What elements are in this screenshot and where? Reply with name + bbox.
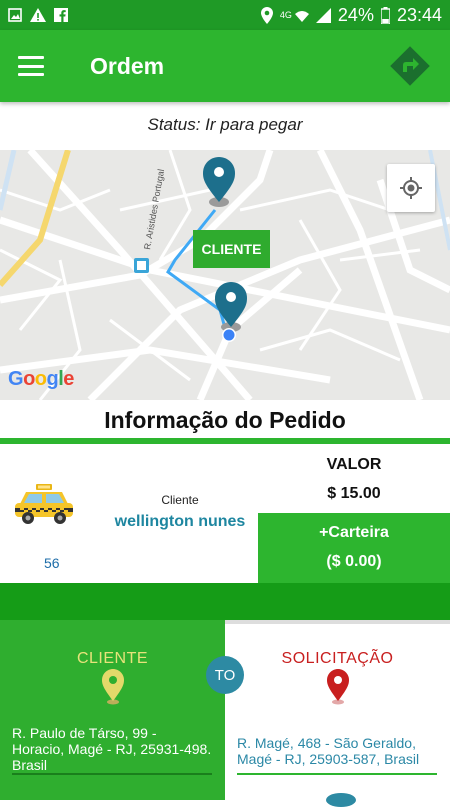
map-canvas: R. Aristides Portugal [0,150,450,400]
order-info-title: Informação do Pedido [104,406,346,433]
image-icon [8,8,22,22]
client-caption: Cliente [161,493,199,507]
wallet-label: +Carteira [319,524,389,541]
network-type: 4G [279,10,292,20]
map-view[interactable]: R. Aristides Portugal [0,150,450,400]
request-location-pin-icon [327,669,349,705]
facebook-icon [54,8,68,22]
location-icon [260,6,273,24]
app-bar: Ordem [0,30,450,102]
wifi-icon [294,11,309,22]
my-location-icon [400,177,422,199]
client-column-title: CLIENTE [76,650,149,667]
fare-label: VALOR [326,456,382,473]
request-address: R. Magé, 468 - São Geraldo, Magé - RJ, 2… [237,735,420,767]
status-bar: 4G 24% 23:44 [0,0,450,30]
directions-icon[interactable] [388,44,432,88]
fare-value: $ 15.00 [327,485,381,502]
trip-status: Status: Ir para pegar [147,115,303,134]
driver-id: 56 [44,555,60,571]
menu-icon[interactable] [18,56,44,76]
google-logo: Google [8,368,74,390]
battery-icon [380,6,390,24]
client-marker-label[interactable]: CLIENTE [193,230,270,268]
wallet-value: ($ 0.00) [326,553,382,570]
separator-band [0,583,450,620]
warning-icon [30,8,46,22]
wallet-button[interactable]: +Carteira ($ 0.00) [258,513,450,583]
battery-percent: 24% [337,4,374,25]
request-address-underline [237,773,437,775]
client-location-pin-icon [102,669,124,705]
request-column-title: SOLICITAÇÃO [281,650,394,667]
to-badge: TO [206,656,244,694]
client-address-underline [12,773,212,775]
page-title: Ordem [90,52,165,79]
next-item-peek [326,793,356,807]
client-address: R. Paulo de Társo, 99 - Horacio, Magé - … [12,725,212,773]
signal-icon [315,7,331,23]
my-location-button[interactable] [387,164,435,212]
taxi-icon [15,484,73,524]
client-name: wellington nunes [114,513,246,530]
clock: 23:44 [396,4,442,25]
current-location-dot [223,329,235,341]
